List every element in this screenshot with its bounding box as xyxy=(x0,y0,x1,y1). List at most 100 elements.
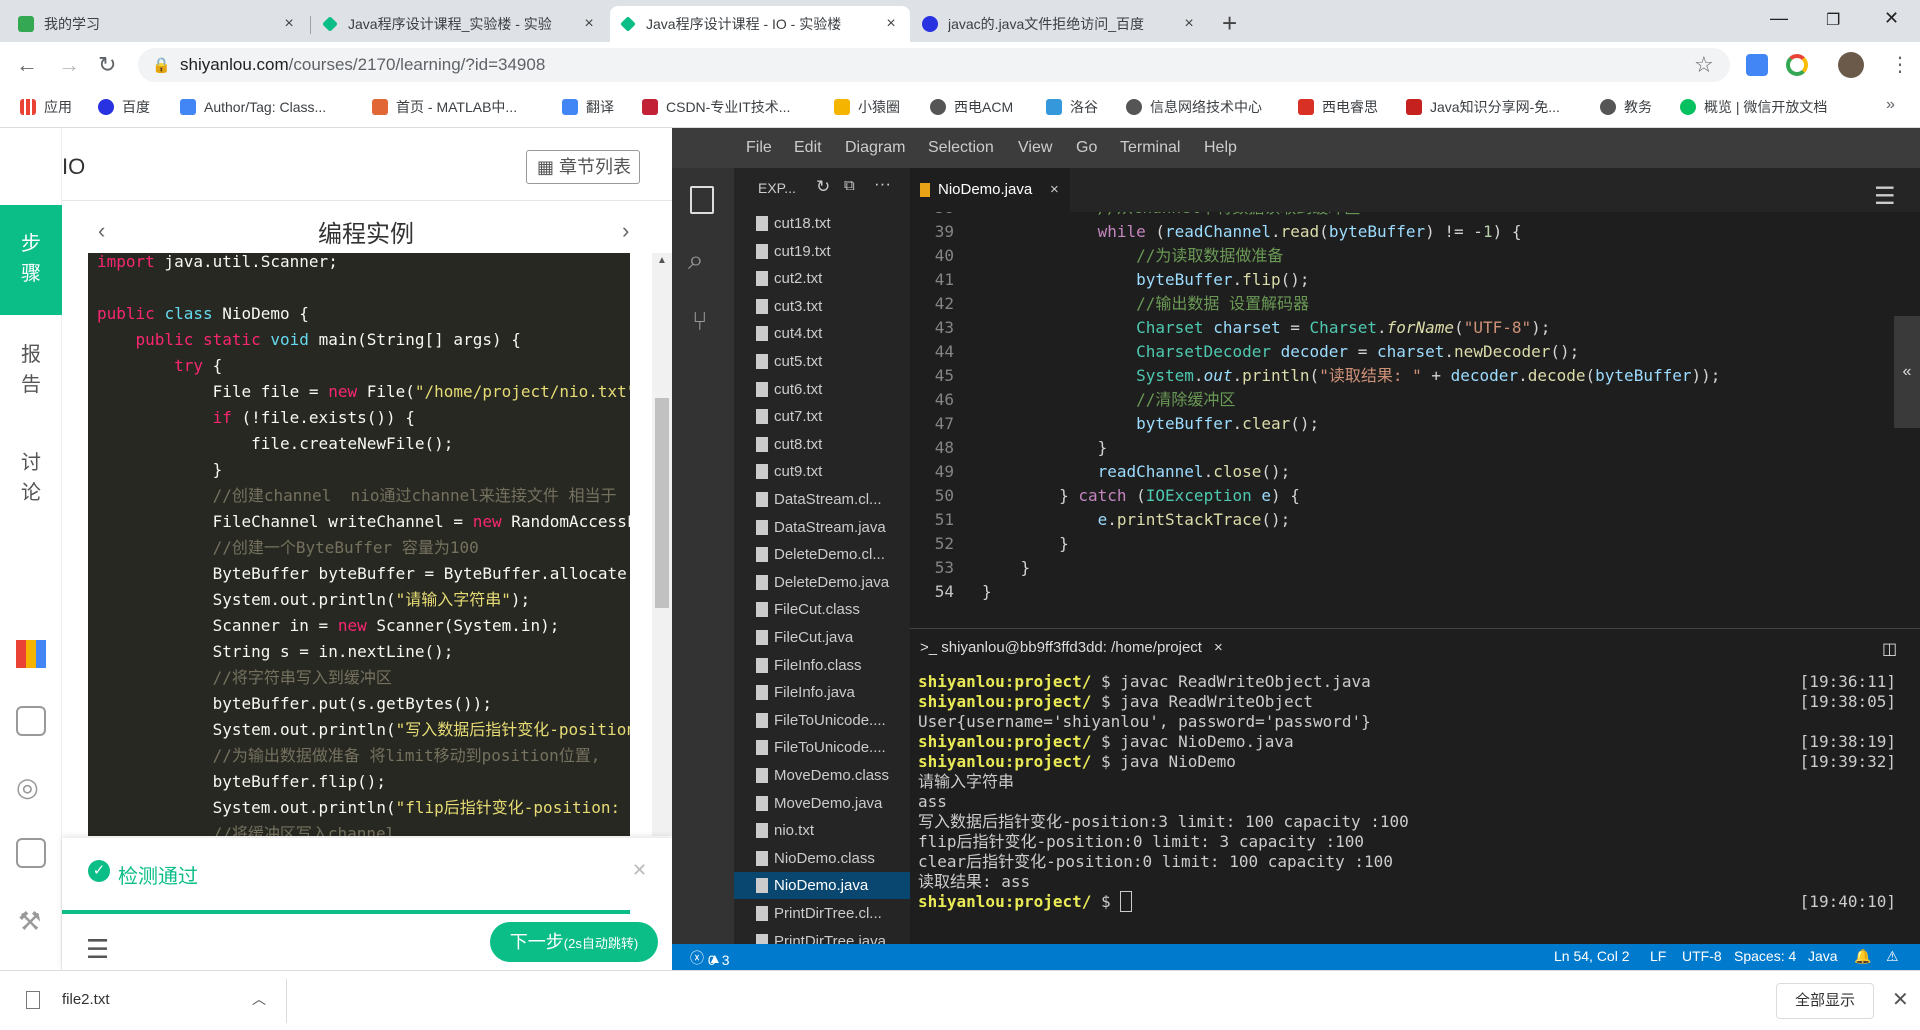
bookmark-item[interactable]: 翻译 xyxy=(562,96,614,118)
menu-view[interactable]: View xyxy=(1018,139,1052,157)
avatar[interactable] xyxy=(1838,52,1864,78)
code-editor[interactable]: 38 //从channel中将数据读取到缓冲区 39 while (readCh… xyxy=(910,212,1920,612)
wechat-icon[interactable]: ◎ xyxy=(16,772,39,803)
file-item[interactable]: FileInfo.java xyxy=(734,679,910,706)
nav-steps[interactable]: 步骤 xyxy=(0,205,62,315)
menu-dots-icon[interactable]: ⋮ xyxy=(1890,52,1910,77)
new-tab-icon[interactable]: + xyxy=(1222,8,1237,39)
chapter-list-button[interactable]: ▦ 章节列表 xyxy=(526,150,640,184)
collapse-all-icon[interactable]: ⧉ xyxy=(844,177,855,194)
bookmark-item[interactable]: CSDN-专业IT技术... xyxy=(642,96,790,118)
explorer-icon[interactable] xyxy=(690,186,714,214)
browser-tab-course[interactable]: Java程序设计课程_实验楼 - 实验 × xyxy=(312,6,608,42)
refresh-icon[interactable]: ↻ xyxy=(816,177,830,197)
file-item[interactable]: MoveDemo.java xyxy=(734,790,910,817)
bookmark-apps[interactable]: 应用 xyxy=(20,96,72,118)
file-item[interactable]: cut2.txt xyxy=(734,265,910,292)
file-item[interactable]: FileToUnicode.... xyxy=(734,707,910,734)
bookmark-item[interactable]: 小猿圈 xyxy=(834,96,900,118)
file-item[interactable]: NioDemo.java xyxy=(734,872,910,900)
bookmark-item[interactable]: 首页 - MATLAB中... xyxy=(372,96,517,118)
file-item[interactable]: FileCut.java xyxy=(734,624,910,651)
document-icon[interactable] xyxy=(16,838,46,868)
close-icon[interactable]: × xyxy=(1214,639,1223,656)
menu-edit[interactable]: Edit xyxy=(794,139,822,157)
close-icon[interactable]: × xyxy=(280,15,298,33)
next-section-icon[interactable]: › xyxy=(622,218,629,244)
split-terminal-icon[interactable]: ◫ xyxy=(1882,639,1897,659)
file-item[interactable]: cut8.txt xyxy=(734,431,910,458)
file-item[interactable]: NioDemo.class xyxy=(734,845,910,872)
source-control-icon[interactable]: ⑂ xyxy=(692,306,708,337)
file-item[interactable]: nio.txt xyxy=(734,817,910,844)
file-item[interactable]: cut7.txt xyxy=(734,403,910,430)
menu-go[interactable]: Go xyxy=(1076,139,1097,157)
lock-icon[interactable]: 🔒 xyxy=(152,56,171,74)
bookmark-item[interactable]: 西电睿思 xyxy=(1298,96,1378,118)
file-item[interactable]: PrintDirTree.cl... xyxy=(734,900,910,927)
bookmark-item[interactable]: 百度 xyxy=(98,96,150,118)
bookmark-item[interactable]: Author/Tag: Class... xyxy=(180,96,326,118)
download-filename[interactable]: file2.txt xyxy=(62,991,110,1008)
chart-icon[interactable] xyxy=(16,640,46,668)
bookmark-item[interactable]: 信息网络技术中心 xyxy=(1126,96,1262,118)
more-bookmarks-icon[interactable]: » xyxy=(1886,96,1895,114)
next-step-button[interactable]: 下一步(2s自动跳转) xyxy=(490,922,658,962)
file-item[interactable]: FileCut.class xyxy=(734,596,910,623)
search-icon[interactable]: ⌕ xyxy=(688,244,704,277)
cursor-position[interactable]: Ln 54, Col 2 xyxy=(1554,948,1630,964)
file-item[interactable]: MoveDemo.class xyxy=(734,762,910,789)
bookmark-item[interactable]: 洛谷 xyxy=(1046,96,1098,118)
expand-panel-icon[interactable]: « xyxy=(1894,316,1920,428)
sidebar-menu-icon[interactable]: ☰ xyxy=(1874,182,1896,211)
close-icon[interactable]: × xyxy=(882,15,900,33)
terminal-title[interactable]: shiyanlou@bb9ff3ffd3dd: /home/project xyxy=(941,639,1202,656)
prev-section-icon[interactable]: ‹ xyxy=(98,218,105,244)
file-item[interactable]: PrintDirTree.java xyxy=(734,928,910,944)
minimize-icon[interactable]: — xyxy=(1770,8,1788,29)
bookmark-star-icon[interactable]: ☆ xyxy=(1694,52,1714,78)
file-item[interactable]: cut6.txt xyxy=(734,376,910,403)
menu-terminal[interactable]: Terminal xyxy=(1120,139,1180,157)
show-all-button[interactable]: 全部显示 xyxy=(1776,983,1874,1019)
nav-discuss[interactable]: 讨论 xyxy=(0,448,62,508)
bookmark-item[interactable]: 西电ACM xyxy=(930,96,1013,118)
list-icon[interactable]: ☰ xyxy=(86,934,109,965)
eol-indicator[interactable]: LF xyxy=(1650,948,1666,964)
indentation-indicator[interactable]: Spaces: 4 xyxy=(1734,948,1796,964)
language-indicator[interactable]: Java xyxy=(1808,948,1838,964)
bookmark-item[interactable]: 概览 | 微信开放文档 xyxy=(1680,96,1827,118)
bookmark-item[interactable]: 教务 xyxy=(1600,96,1652,118)
menu-diagram[interactable]: Diagram xyxy=(845,139,905,157)
file-item[interactable]: DataStream.java xyxy=(734,514,910,541)
menu-help[interactable]: Help xyxy=(1204,139,1237,157)
code-scrollbar[interactable]: ▲ xyxy=(652,253,672,836)
bookmark-item[interactable]: Java知识分享网-免... xyxy=(1406,96,1560,118)
close-icon[interactable]: × xyxy=(580,15,598,33)
file-item[interactable]: cut5.txt xyxy=(734,348,910,375)
forward-icon[interactable]: → xyxy=(58,52,80,78)
close-icon[interactable]: ✕ xyxy=(1892,987,1909,1012)
nav-report[interactable]: 报告 xyxy=(0,340,62,400)
file-item[interactable]: cut9.txt xyxy=(734,458,910,485)
close-icon[interactable]: × xyxy=(1050,168,1059,212)
notification-icon[interactable]: ⚠ xyxy=(1886,948,1899,965)
file-item[interactable]: FileToUnicode.... xyxy=(734,734,910,761)
translate-extension-icon[interactable] xyxy=(1746,54,1768,76)
menu-file[interactable]: File xyxy=(746,139,772,157)
scrollbar-thumb[interactable] xyxy=(655,398,669,608)
file-item[interactable]: DataStream.cl... xyxy=(734,486,910,513)
file-item[interactable]: cut18.txt xyxy=(734,210,910,237)
chevron-up-icon[interactable]: ︿ xyxy=(252,989,266,1009)
file-item[interactable]: cut4.txt xyxy=(734,320,910,347)
back-icon[interactable]: ← xyxy=(16,52,38,78)
browser-tab-baidu[interactable]: javac的.java文件拒绝访问_百度 × xyxy=(912,6,1208,42)
reload-icon[interactable]: ↻ xyxy=(98,52,116,78)
browser-tab-my-learning[interactable]: 我的学习 × xyxy=(8,6,308,42)
file-item[interactable]: FileInfo.class xyxy=(734,652,910,679)
browser-tab-io-active[interactable]: Java程序设计课程 - IO - 实验楼 × xyxy=(610,6,910,42)
file-item[interactable]: cut3.txt xyxy=(734,293,910,320)
encoding-indicator[interactable]: UTF-8 xyxy=(1682,948,1722,964)
terminal-output[interactable]: shiyanlou:project/ $ javac ReadWriteObje… xyxy=(910,668,1920,944)
url-text[interactable]: shiyanlou.com/courses/2170/learning/?id=… xyxy=(180,55,545,75)
